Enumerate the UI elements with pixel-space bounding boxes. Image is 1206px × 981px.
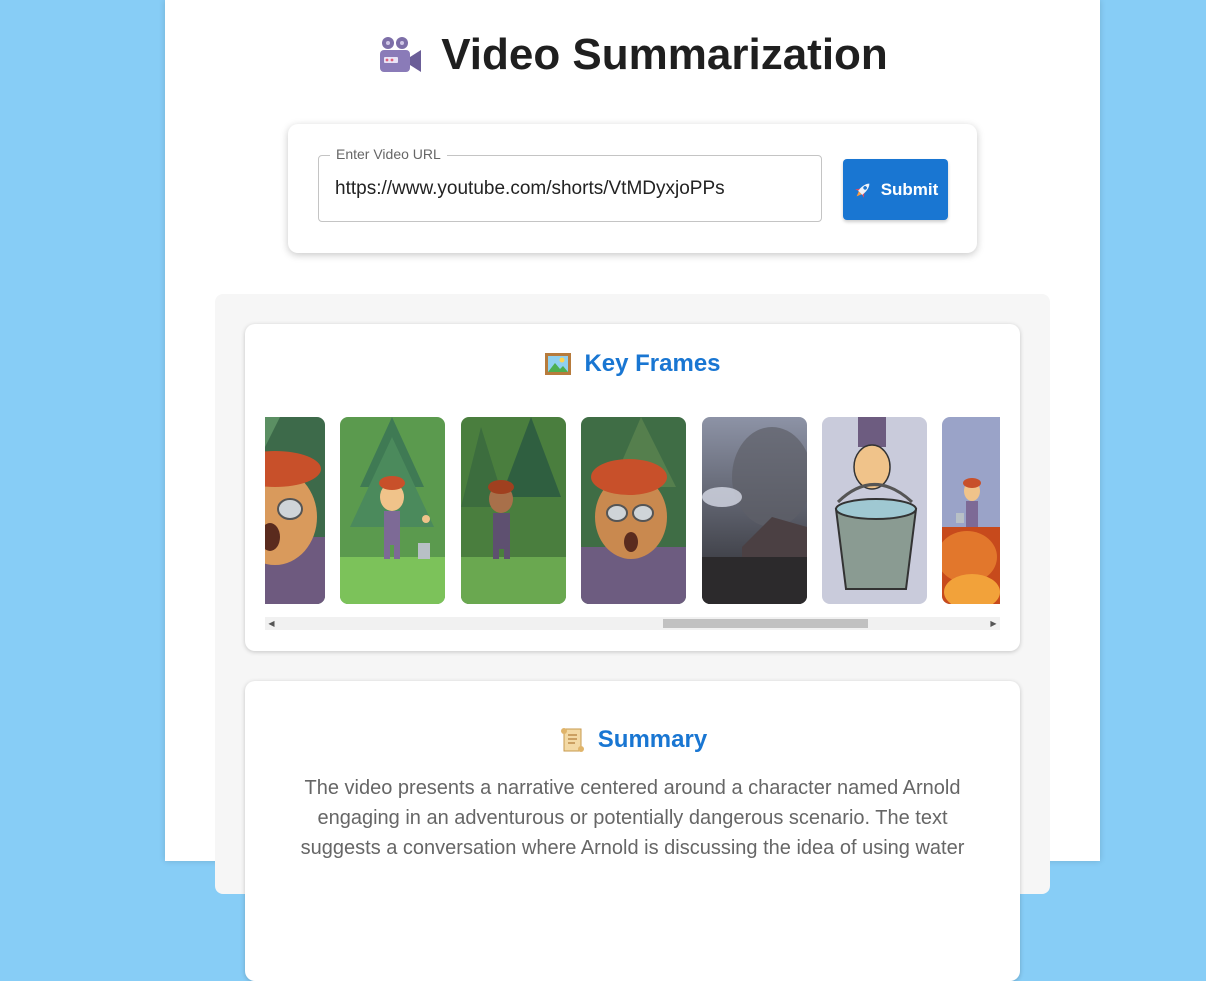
video-url-input[interactable]	[335, 178, 805, 200]
key-frame[interactable]	[265, 417, 325, 604]
summary-card: Summary The video presents a narrative c…	[245, 681, 1020, 981]
scroll-right-arrow-icon[interactable]: ▶	[987, 617, 1000, 630]
submit-button-label: Submit	[880, 179, 939, 199]
key-frame[interactable]	[461, 417, 566, 604]
scroll-left-arrow-icon[interactable]: ◀	[265, 617, 278, 630]
summary-text: The video presents a narrative centered …	[300, 777, 965, 859]
key-frames-heading: Key Frames	[245, 350, 1020, 378]
key-frames-strip[interactable]	[265, 417, 1000, 607]
movie-camera-icon	[380, 37, 422, 72]
key-frames-scrollbar[interactable]: ◀ ▶	[265, 617, 1000, 630]
key-frame[interactable]	[340, 417, 445, 604]
submit-button[interactable]: Submit	[843, 159, 948, 220]
key-frame[interactable]	[822, 417, 927, 604]
page-title: Video Summarization	[165, 30, 1100, 80]
key-frames-heading-text: Key Frames	[584, 350, 721, 377]
url-form-card: Enter Video URL Submit	[288, 124, 977, 253]
summary-heading-text: Summary	[597, 726, 708, 753]
summary-heading: Summary	[245, 726, 1020, 754]
rocket-icon	[854, 183, 870, 198]
scroll-icon	[560, 728, 584, 752]
results-panel: Key Frames ◀ ▶ Summary The video present…	[215, 294, 1050, 981]
video-url-label: Enter Video URL	[330, 146, 447, 162]
framed-picture-icon	[545, 353, 572, 375]
key-frame[interactable]	[942, 417, 1000, 604]
video-url-field[interactable]: Enter Video URL	[318, 146, 822, 222]
scrollbar-thumb[interactable]	[663, 619, 868, 628]
key-frames-card: Key Frames ◀ ▶	[245, 324, 1020, 651]
main-page: Video Summarization Enter Video URL Subm…	[165, 0, 1100, 981]
page-title-text: Video Summarization	[441, 30, 888, 79]
key-frame[interactable]	[581, 417, 686, 604]
key-frame[interactable]	[702, 417, 807, 604]
